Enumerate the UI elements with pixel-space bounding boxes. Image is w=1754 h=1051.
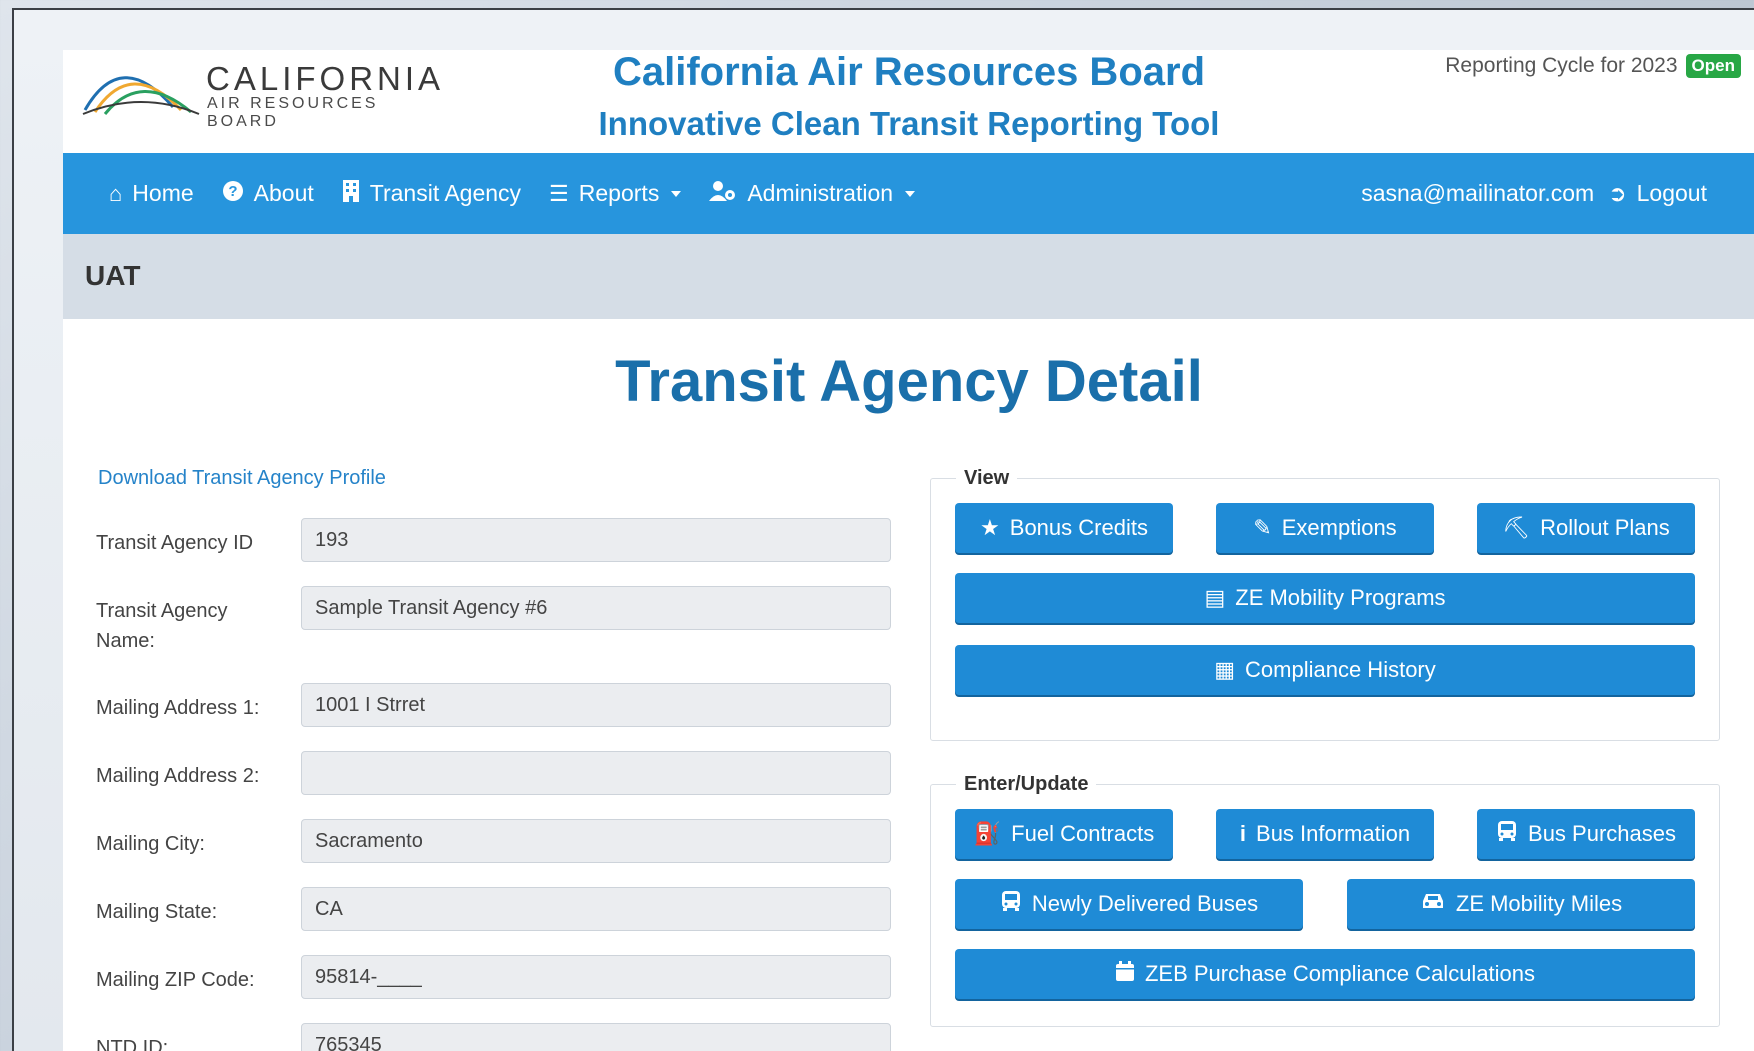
user-email[interactable]: sasna@mailinator.com: [1361, 180, 1594, 207]
reporting-cycle: Reporting Cycle for 2023 Open: [1445, 54, 1741, 78]
cycle-status-badge: Open: [1685, 54, 1741, 78]
ze-mobility-programs-button[interactable]: ▤ ZE Mobility Programs: [955, 573, 1695, 623]
field-label: Mailing ZIP Code:: [96, 969, 255, 991]
dolly-icon: ⛏: [1502, 515, 1531, 540]
page-title: Transit Agency Detail: [615, 349, 1203, 414]
mailing-state-field[interactable]: CA: [301, 887, 891, 931]
bus-information-label: Bus Information: [1256, 821, 1411, 846]
nav-reports[interactable]: ☰ Reports: [549, 180, 682, 207]
car-icon: [1420, 891, 1446, 917]
bus-information-button[interactable]: i Bus Information: [1216, 809, 1434, 859]
rollout-plans-label: Rollout Plans: [1540, 515, 1670, 540]
list-icon: ☰: [549, 180, 569, 206]
exemptions-button[interactable]: ✎ Exemptions: [1216, 503, 1434, 553]
download-profile-link[interactable]: Download Transit Agency Profile: [98, 467, 386, 490]
page: CALIFORNIA AIR RESOURCES BOARD Californi…: [63, 50, 1754, 1051]
ze-mobility-programs-label: ZE Mobility Programs: [1235, 585, 1446, 610]
question-circle-icon: ?: [222, 180, 244, 208]
info-icon: i: [1239, 821, 1247, 846]
building-icon: [342, 179, 360, 209]
bus-purchases-button[interactable]: Bus Purchases: [1477, 809, 1695, 859]
field-label: Mailing Address 1:: [96, 697, 260, 719]
window-frame: CALIFORNIA AIR RESOURCES BOARD Californi…: [12, 8, 1754, 1051]
enter-update-panel: Enter/Update ⛽ Fuel Contracts i Bus Info…: [930, 773, 1720, 1027]
field-label: Transit Agency Name:: [96, 600, 228, 652]
bus-icon: [1496, 820, 1518, 848]
star-icon: ★: [980, 515, 1000, 540]
nav-transit-agency[interactable]: Transit Agency: [342, 179, 521, 209]
mailing-address2-field[interactable]: [301, 751, 891, 795]
ntd-id-field[interactable]: 765345: [301, 1023, 891, 1051]
enter-update-legend: Enter/Update: [956, 773, 1097, 796]
nav-about-label: About: [253, 180, 314, 206]
view-panel: View ★ Bonus Credits ✎ Exemptions ⛏ Roll…: [930, 467, 1720, 741]
fuel-contracts-label: Fuel Contracts: [1011, 821, 1155, 846]
book-icon: ▤: [1204, 585, 1226, 610]
nav-administration[interactable]: Administration: [709, 180, 916, 208]
environment-label: UAT: [85, 260, 141, 291]
zeb-purchase-compliance-button[interactable]: ZEB Purchase Compliance Calculations: [955, 949, 1695, 999]
exemptions-label: Exemptions: [1281, 515, 1397, 540]
field-label: Mailing State:: [96, 901, 218, 923]
nav-home[interactable]: ⌂ Home: [109, 180, 194, 207]
view-legend: View: [956, 467, 1018, 490]
agency-id-field[interactable]: 193: [301, 518, 891, 562]
nav-about[interactable]: ? About: [222, 180, 314, 208]
archive-icon: ▦: [1214, 657, 1236, 682]
bus-icon: [1000, 890, 1022, 918]
field-label: Transit Agency ID: [96, 532, 254, 554]
fuel-contracts-button[interactable]: ⛽ Fuel Contracts: [955, 809, 1173, 859]
caret-down-icon: [905, 190, 916, 197]
caret-down-icon: [671, 190, 682, 197]
ze-mobility-miles-label: ZE Mobility Miles: [1455, 891, 1623, 916]
sign-out-icon: ➲: [1608, 180, 1627, 206]
field-label: NTD ID:: [96, 1037, 169, 1051]
zeb-purchase-compliance-label: ZEB Purchase Compliance Calculations: [1144, 961, 1536, 986]
nav-home-label: Home: [132, 180, 194, 206]
nav-transit-agency-label: Transit Agency: [369, 180, 522, 206]
environment-bar: UAT: [63, 234, 1754, 319]
gas-pump-icon: ⛽: [973, 821, 1002, 846]
reporting-cycle-text: Reporting Cycle for 2023: [1445, 54, 1678, 77]
compliance-history-button[interactable]: ▦ Compliance History: [955, 645, 1695, 695]
newly-delivered-buses-label: Newly Delivered Buses: [1031, 891, 1259, 916]
edit-icon: ✎: [1253, 515, 1272, 540]
user-cog-icon: [709, 180, 737, 208]
svg-text:?: ?: [228, 183, 237, 200]
rollout-plans-button[interactable]: ⛏ Rollout Plans: [1477, 503, 1695, 553]
field-label: Mailing Address 2:: [96, 765, 260, 787]
main-navbar: ⌂ Home ? About Transit Agency ☰ Reports: [63, 153, 1754, 234]
logout-link[interactable]: ➲ Logout: [1608, 180, 1707, 207]
ze-mobility-miles-button[interactable]: ZE Mobility Miles: [1347, 879, 1695, 929]
newly-delivered-buses-button[interactable]: Newly Delivered Buses: [955, 879, 1303, 929]
compliance-history-label: Compliance History: [1245, 657, 1436, 682]
mailing-city-field[interactable]: Sacramento: [301, 819, 891, 863]
calendar-icon: [1115, 960, 1135, 988]
bonus-credits-label: Bonus Credits: [1009, 515, 1148, 540]
site-subtitle: Innovative Clean Transit Reporting Tool: [598, 105, 1220, 142]
bus-purchases-label: Bus Purchases: [1528, 821, 1676, 846]
logout-label: Logout: [1636, 180, 1707, 206]
nav-reports-label: Reports: [578, 180, 660, 206]
mailing-address1-field[interactable]: 1001 I Strret: [301, 683, 891, 727]
bonus-credits-button[interactable]: ★ Bonus Credits: [955, 503, 1173, 553]
home-icon: ⌂: [109, 180, 123, 206]
field-label: Mailing City:: [96, 833, 205, 855]
nav-administration-label: Administration: [747, 180, 894, 206]
mailing-zip-field[interactable]: 95814-____: [301, 955, 891, 999]
agency-name-field[interactable]: Sample Transit Agency #6: [301, 586, 891, 630]
